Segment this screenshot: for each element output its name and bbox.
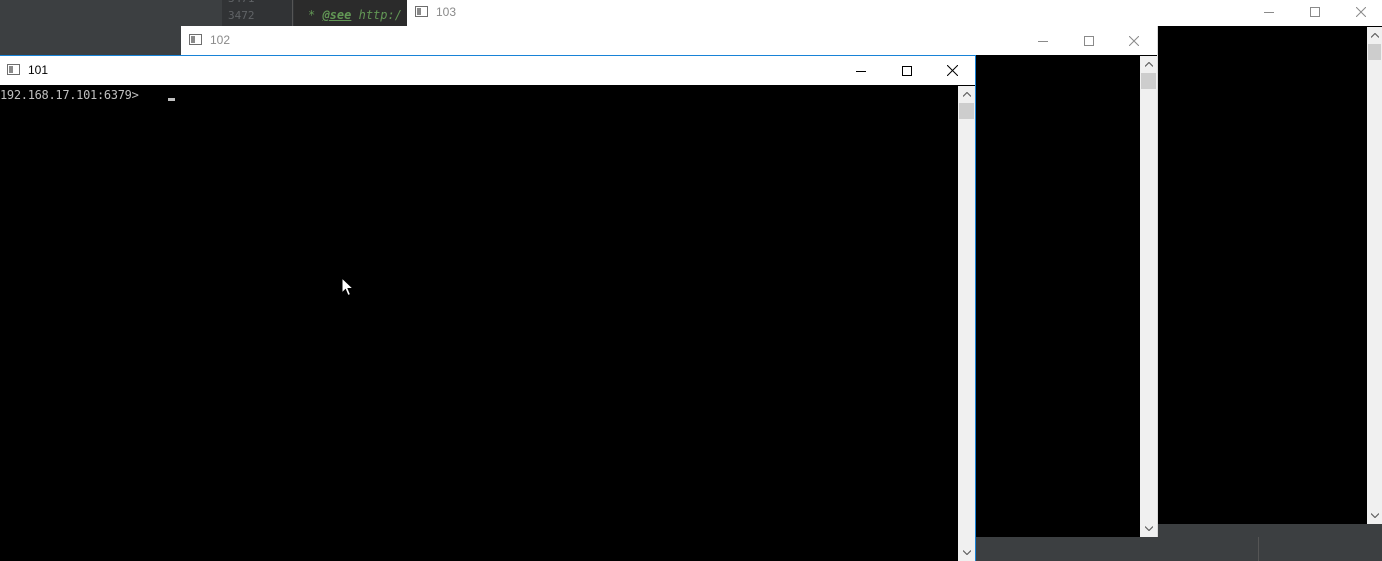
titlebar-103[interactable]: 103 — [407, 0, 1382, 26]
vertical-scrollbar[interactable] — [958, 86, 975, 561]
javadoc-see-text: http:/ — [358, 8, 402, 22]
minimize-icon — [1038, 40, 1048, 42]
scroll-thumb[interactable] — [1141, 73, 1156, 89]
scroll-down-button[interactable] — [958, 544, 975, 561]
scroll-down-arrow-icon — [1370, 513, 1379, 518]
minimize-button[interactable] — [1020, 26, 1066, 55]
console-app-icon — [415, 6, 428, 17]
console-output[interactable]: 192.168.17.101:6379> — [0, 86, 958, 561]
maximize-button[interactable] — [1292, 0, 1338, 26]
minimize-icon — [856, 70, 866, 72]
console-window-101[interactable]: 101 192.168.17.101:6379> — [0, 55, 976, 561]
console-app-icon — [7, 64, 20, 75]
close-button[interactable] — [1338, 0, 1382, 26]
line-number: 3472 — [228, 9, 255, 22]
maximize-button[interactable] — [1066, 26, 1112, 55]
scroll-down-button[interactable] — [1140, 520, 1157, 537]
scroll-down-arrow-icon — [1144, 526, 1153, 531]
redis-cli-prompt: 192.168.17.101:6379> — [0, 88, 139, 102]
scroll-thumb[interactable] — [1368, 44, 1381, 60]
console-app-icon — [189, 34, 202, 45]
titlebar-101[interactable]: 101 — [0, 56, 975, 85]
scroll-up-button[interactable] — [1367, 27, 1382, 44]
scroll-thumb[interactable] — [959, 103, 974, 119]
maximize-icon — [1084, 35, 1094, 46]
maximize-icon — [1310, 6, 1320, 17]
vertical-scrollbar[interactable] — [1367, 27, 1382, 524]
scroll-up-button[interactable] — [1140, 56, 1157, 73]
scroll-up-arrow-icon — [1144, 62, 1153, 67]
text-cursor — [168, 98, 175, 101]
javadoc-see-tag: @see — [322, 8, 352, 22]
desktop-strip — [976, 537, 1382, 561]
close-button[interactable] — [929, 56, 975, 85]
window-title: 101 — [28, 63, 49, 77]
scroll-down-arrow-icon — [962, 550, 971, 555]
vertical-scrollbar[interactable] — [1140, 56, 1157, 537]
close-button[interactable] — [1111, 26, 1157, 55]
scroll-up-button[interactable] — [958, 86, 975, 103]
close-icon — [1356, 6, 1366, 17]
window-title: 103 — [436, 5, 457, 19]
code-comment-line: * @see http:/ — [308, 8, 402, 22]
window-title: 102 — [210, 33, 231, 47]
maximize-button[interactable] — [884, 56, 930, 85]
line-number: 3471 — [228, 0, 255, 5]
maximize-icon — [902, 65, 912, 76]
scroll-up-arrow-icon — [962, 92, 971, 97]
scroll-down-button[interactable] — [1367, 507, 1382, 524]
mouse-pointer-icon — [341, 277, 355, 297]
minimize-icon — [1264, 11, 1274, 13]
close-icon — [946, 65, 958, 76]
minimize-button[interactable] — [838, 56, 884, 85]
minimize-button[interactable] — [1246, 0, 1292, 26]
titlebar-102[interactable]: 102 — [181, 26, 1157, 55]
close-icon — [1129, 35, 1139, 46]
scroll-up-arrow-icon — [1370, 33, 1379, 38]
